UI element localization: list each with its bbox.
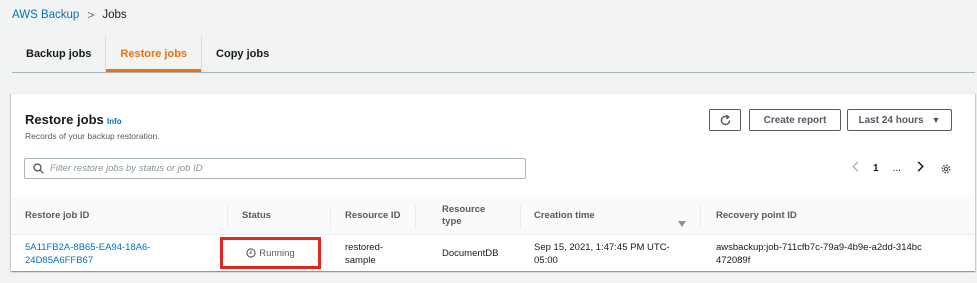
- status-text: Running: [259, 247, 295, 259]
- recovery-point-id-cell: awsbackup:job-711cfb7c-79a9-4b9e-a2dd-31…: [716, 241, 922, 266]
- column-divider: [330, 205, 331, 229]
- table-header: Restore job ID Status Resource ID Resour…: [12, 197, 974, 235]
- column-divider: [227, 205, 228, 229]
- job-id-link[interactable]: 5A11FB2A-8B65-EA94-18A6-24D85A6FFB67: [25, 241, 175, 267]
- column-header-status[interactable]: Status: [242, 197, 271, 235]
- breadcrumb-aws-backup-link[interactable]: AWS Backup: [12, 9, 79, 21]
- info-link[interactable]: Info: [107, 117, 122, 126]
- previous-page-icon[interactable]: [849, 161, 863, 175]
- panel-description: Records of your backup restoration.: [25, 131, 160, 141]
- pagination: 1 ...: [849, 161, 927, 175]
- panel-title: Restore jobs: [25, 112, 104, 127]
- tab-restore-jobs[interactable]: Restore jobs: [105, 36, 201, 72]
- chevron-right-icon: >: [87, 8, 95, 22]
- status-cell-highlight: Running: [220, 237, 321, 269]
- clock-icon: [246, 248, 256, 258]
- breadcrumb: AWS Backup > Jobs: [12, 8, 127, 22]
- column-header-recovery-point-id[interactable]: Recovery point ID: [716, 197, 797, 235]
- job-id-cell: 5A11FB2A-8B65-EA94-18A6-24D85A6FFB67: [25, 235, 175, 272]
- next-page-icon[interactable]: [913, 161, 927, 175]
- page-number[interactable]: 1: [873, 163, 879, 174]
- column-header-resource-type[interactable]: Resource type: [442, 197, 500, 235]
- column-header-resource-id[interactable]: Resource ID: [345, 197, 400, 235]
- restore-jobs-panel: Restore jobs Info Records of your backup…: [11, 93, 975, 271]
- table-row: 5A11FB2A-8B65-EA94-18A6-24D85A6FFB67 Run…: [12, 235, 974, 272]
- column-divider: [700, 205, 701, 229]
- tab-backup-jobs[interactable]: Backup jobs: [12, 36, 105, 72]
- resource-type-cell: DocumentDB: [442, 248, 499, 259]
- filter-input[interactable]: [50, 163, 510, 174]
- sort-descending-icon[interactable]: [678, 214, 686, 232]
- tab-copy-jobs[interactable]: Copy jobs: [201, 36, 283, 72]
- column-header-creation-time[interactable]: Creation time: [534, 197, 595, 235]
- resource-id-cell: restored-sample: [345, 241, 384, 266]
- page-ellipsis: ...: [892, 162, 901, 174]
- creation-time-cell: Sep 15, 2021, 1:47:45 PM UTC-05:00: [534, 241, 670, 266]
- refresh-icon: [720, 114, 730, 125]
- column-divider: [520, 205, 521, 229]
- job-tabs: Backup jobs Restore jobs Copy jobs: [12, 36, 283, 72]
- refresh-button[interactable]: [709, 109, 741, 131]
- time-range-dropdown[interactable]: Last 24 hours ▼: [847, 109, 952, 131]
- gear-icon[interactable]: [940, 162, 952, 180]
- tabs-divider: [12, 72, 975, 73]
- time-range-label: Last 24 hours: [858, 114, 924, 126]
- column-divider: [415, 205, 416, 229]
- search-icon: [33, 163, 44, 174]
- column-header-job-id[interactable]: Restore job ID: [25, 197, 89, 235]
- filter-search: [24, 158, 526, 179]
- breadcrumb-current: Jobs: [102, 9, 127, 21]
- create-report-button[interactable]: Create report: [749, 109, 841, 131]
- caret-down-icon: ▼: [931, 115, 941, 125]
